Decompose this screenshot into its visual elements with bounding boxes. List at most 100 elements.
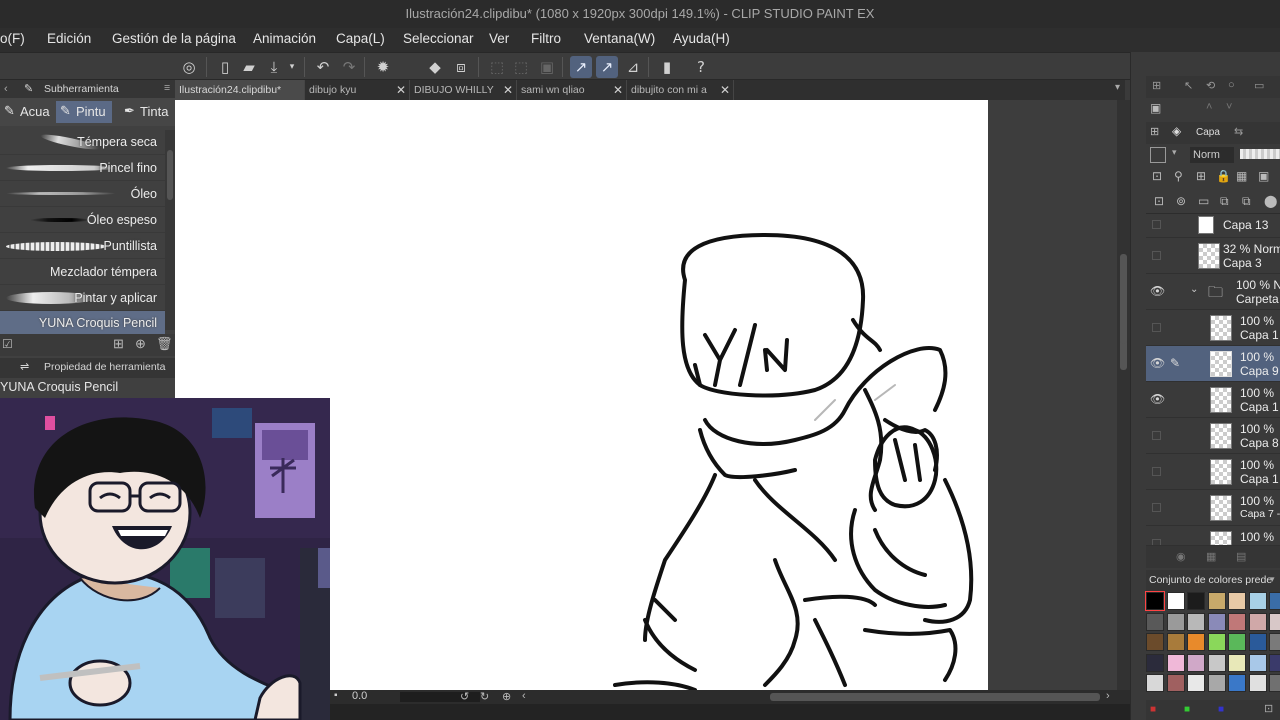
clock-icon[interactable]: ⟲ bbox=[1206, 79, 1215, 92]
select-icon[interactable]: ⬚ bbox=[486, 56, 508, 78]
open-icon[interactable]: ▰ bbox=[238, 56, 260, 78]
draft-layer-icon[interactable]: ⊞ bbox=[1196, 169, 1206, 183]
layer-row[interactable]: 100 % Capa 7 - bbox=[1146, 490, 1280, 526]
layer-grid-icon[interactable]: ▤ bbox=[1236, 550, 1246, 563]
opacity-slider[interactable] bbox=[1240, 149, 1280, 159]
close-icon[interactable]: ✕ bbox=[396, 80, 406, 100]
reset-rotation-icon[interactable]: ⊕ bbox=[502, 690, 511, 703]
search-icon[interactable]: ○ bbox=[1228, 79, 1235, 91]
eye-icon[interactable]: 👁 bbox=[1150, 284, 1165, 298]
color-swatch[interactable] bbox=[1187, 592, 1205, 610]
new-icon[interactable]: ▯ bbox=[214, 56, 236, 78]
pointer-icon[interactable]: ↖ bbox=[1184, 79, 1193, 92]
menu-window[interactable]: Ventana(W) bbox=[584, 31, 655, 46]
scroll-right-icon[interactable]: › bbox=[1106, 690, 1110, 702]
layer-row[interactable]: 100 % bbox=[1146, 526, 1280, 546]
color-swatch[interactable] bbox=[1207, 653, 1226, 672]
settings-icon[interactable]: ☑ bbox=[2, 337, 13, 351]
brush-item[interactable]: Puntillista bbox=[0, 234, 165, 259]
visibility-toggle[interactable] bbox=[1152, 467, 1161, 476]
color-swatch[interactable] bbox=[1269, 633, 1280, 651]
reference-layer-icon[interactable]: ⚲ bbox=[1174, 169, 1183, 183]
color-swatch[interactable] bbox=[1248, 653, 1267, 672]
lock-icon[interactable]: 🔒 bbox=[1216, 169, 1231, 183]
rotation-value[interactable]: 0.0 bbox=[352, 690, 367, 702]
copy-subtool-icon[interactable]: ⊞ bbox=[113, 336, 124, 352]
menu-help[interactable]: Ayuda(H) bbox=[673, 31, 730, 46]
color-swatch[interactable] bbox=[1166, 612, 1185, 631]
layer-row[interactable]: 100 % Capa 1 bbox=[1146, 310, 1280, 346]
trash-icon[interactable]: 🗑 bbox=[156, 336, 173, 352]
color-swatch[interactable] bbox=[1146, 653, 1164, 672]
transform-icon[interactable]: ⧈ bbox=[450, 56, 472, 78]
menu-file[interactable]: o(F) bbox=[0, 31, 25, 46]
color-swatch[interactable] bbox=[1166, 633, 1185, 651]
menu-page-management[interactable]: Gestión de la página bbox=[112, 31, 236, 46]
color-swatch[interactable] bbox=[1269, 592, 1280, 610]
new-raster-layer-icon[interactable]: ⊡ bbox=[1154, 194, 1164, 208]
device-icon[interactable]: ▮ bbox=[656, 56, 678, 78]
color-swatch[interactable] bbox=[1187, 633, 1205, 651]
add-subtool-icon[interactable]: ⊕ bbox=[135, 336, 146, 352]
horizontal-scroll-thumb[interactable] bbox=[770, 693, 1100, 701]
menu-edit[interactable]: Edición bbox=[47, 31, 91, 46]
color-swatch[interactable] bbox=[1228, 633, 1246, 651]
color-swatch[interactable] bbox=[1269, 674, 1280, 692]
redo-icon[interactable]: ↷ bbox=[338, 56, 360, 78]
brush-item[interactable]: Óleo bbox=[0, 182, 165, 207]
layer-color-box[interactable] bbox=[1150, 147, 1166, 163]
color-swatch[interactable] bbox=[1207, 674, 1226, 692]
color-swatch[interactable] bbox=[1207, 612, 1226, 631]
special-ruler-snap-icon[interactable]: ↗ bbox=[596, 56, 618, 78]
undo-icon[interactable]: ↶ bbox=[312, 56, 334, 78]
color-swatch[interactable] bbox=[1187, 674, 1205, 692]
help-icon[interactable]: ? bbox=[690, 56, 712, 78]
clip-studio-icon[interactable]: ◎ bbox=[178, 56, 200, 78]
color-swatch[interactable] bbox=[1207, 633, 1226, 651]
collapse-left-icon[interactable]: ‹ bbox=[4, 83, 8, 95]
menu-select[interactable]: Seleccionar bbox=[403, 31, 474, 46]
visibility-toggle[interactable] bbox=[1152, 431, 1161, 440]
deselect-icon[interactable]: ▣ bbox=[536, 56, 558, 78]
visibility-toggle[interactable] bbox=[1152, 220, 1161, 229]
color-swatch[interactable] bbox=[1228, 653, 1246, 672]
duplicate-icon[interactable]: ⧉ bbox=[1220, 194, 1229, 209]
tab-document-active[interactable]: Ilustración24.clipdibu* bbox=[175, 80, 305, 100]
tab-document[interactable]: dibujo kyu ✕ bbox=[305, 80, 410, 100]
material-icon[interactable]: ▭ bbox=[1254, 79, 1264, 92]
image-icon[interactable]: ▣ bbox=[1150, 101, 1161, 115]
menu-view[interactable]: Ver bbox=[489, 31, 509, 46]
color-swatch[interactable] bbox=[1248, 674, 1267, 692]
tab-pintura[interactable]: ✎ Pintu bbox=[56, 101, 112, 123]
clip-layer-icon[interactable]: ⊡ bbox=[1152, 169, 1162, 183]
search-layer-icon[interactable]: ⇆ bbox=[1234, 125, 1243, 138]
ruler-icon[interactable]: ⊿ bbox=[622, 56, 644, 78]
blend-mode-select[interactable]: Norm bbox=[1190, 147, 1234, 163]
layer-folder-row[interactable]: 👁 ⌄ 🗀 100 % N Carpeta bbox=[1146, 274, 1280, 310]
color-swatch[interactable] bbox=[1187, 612, 1205, 631]
ruler-snap-icon[interactable]: ↗ bbox=[570, 56, 592, 78]
crop-icon[interactable]: ⬚ bbox=[510, 56, 532, 78]
tab-document[interactable]: dibujito con mi a ✕ bbox=[627, 80, 734, 100]
color-swatch[interactable] bbox=[1207, 592, 1226, 610]
layer-row-selected[interactable]: 👁 ✎ 100 % Capa 9 bbox=[1146, 346, 1280, 382]
color-set-menu-icon[interactable]: ⊡ bbox=[1264, 702, 1273, 715]
subtool-scrollbar[interactable] bbox=[165, 130, 175, 330]
visibility-toggle[interactable] bbox=[1152, 503, 1161, 512]
eye-icon[interactable]: 👁 bbox=[1150, 392, 1165, 406]
layer-row[interactable]: 100 % Capa 8 bbox=[1146, 418, 1280, 454]
color-swatch[interactable] bbox=[1146, 674, 1164, 692]
layer-row[interactable]: 👁 100 % Capa 1 bbox=[1146, 382, 1280, 418]
chevron-up-icon[interactable]: ˄ bbox=[1206, 101, 1212, 113]
color-swatch[interactable] bbox=[1248, 592, 1267, 610]
tab-document[interactable]: sami wn qliao ✕ bbox=[517, 80, 627, 100]
layer-row[interactable]: 32 % Norm Capa 3 bbox=[1146, 238, 1280, 274]
layer-list-icon[interactable]: ▦ bbox=[1206, 550, 1216, 563]
menu-filter[interactable]: Filtro bbox=[531, 31, 561, 46]
color-swatch[interactable] bbox=[1269, 653, 1280, 672]
eye-icon[interactable]: 👁 bbox=[1150, 356, 1165, 370]
color-set-select[interactable]: Conjunto de colores prede bbox=[1149, 574, 1272, 586]
brush-item[interactable]: Óleo espeso bbox=[0, 208, 165, 233]
visibility-toggle[interactable] bbox=[1152, 251, 1161, 260]
visibility-toggle[interactable] bbox=[1152, 539, 1161, 545]
